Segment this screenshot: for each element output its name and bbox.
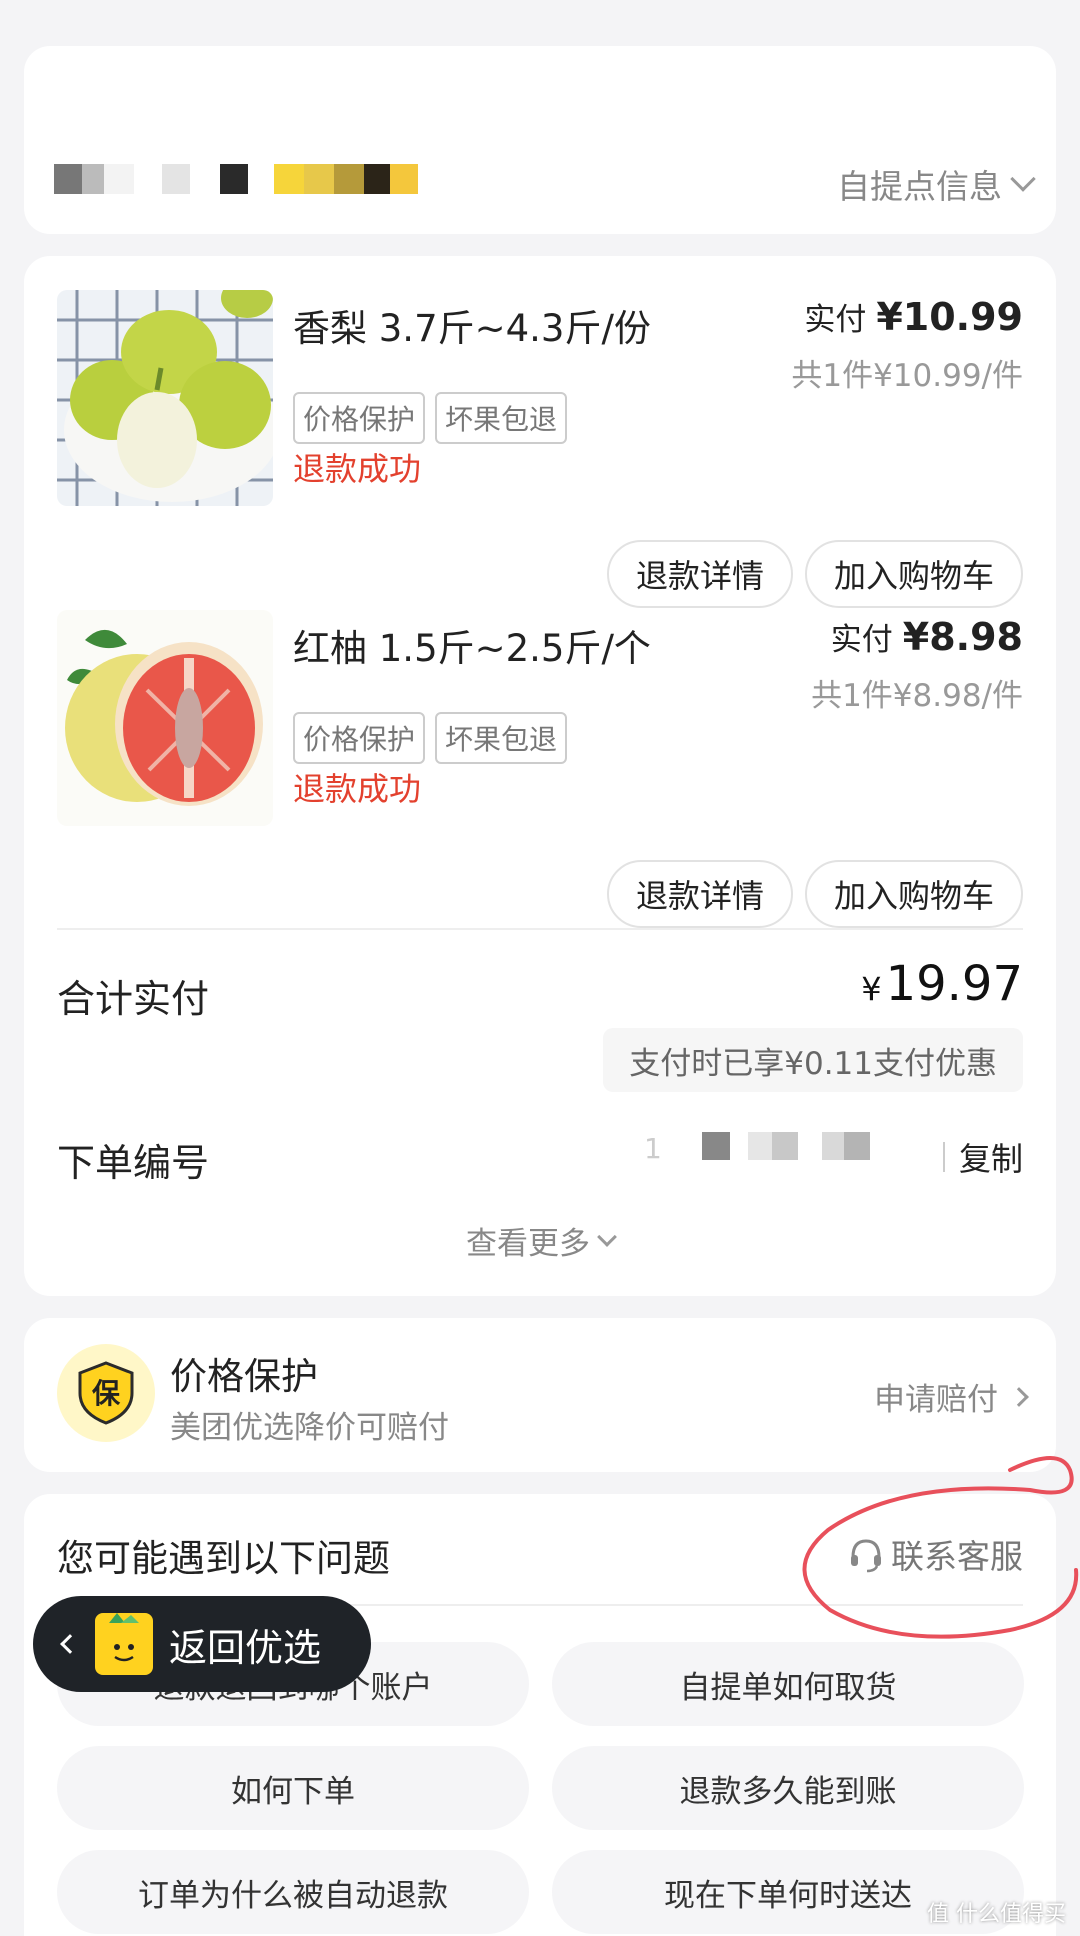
refund-status: 退款成功 [293, 770, 422, 808]
currency-symbol: ¥ [861, 970, 882, 1008]
protection-title: 价格保护 [170, 1355, 318, 1398]
chevron-right-icon [1009, 1386, 1029, 1407]
refund-details-button[interactable]: 退款详情 [607, 860, 793, 928]
pickup-info-label: 自提点信息 [837, 167, 1002, 206]
add-to-cart-button[interactable]: 加入购物车 [805, 860, 1023, 928]
copy-order-number-button[interactable]: 复制 [942, 1134, 1023, 1180]
tag-price-protection: 价格保护 [293, 712, 426, 764]
total-amount: ¥19.97 [861, 956, 1023, 1012]
payment-discount-note: 支付时已享¥0.11支付优惠 [603, 1028, 1023, 1092]
order-item: 红柚 1.5斤~2.5斤/个 实付 ¥8.98 共1件¥8.98/件 价格保护 坏… [57, 610, 1023, 930]
faq-question[interactable]: 如何下单 [57, 1746, 529, 1830]
divider [57, 928, 1023, 930]
copy-label: 复制 [958, 1140, 1023, 1178]
shield-badge-text: 保 [92, 1377, 121, 1410]
order-number-redacted: 1 [644, 1132, 870, 1165]
pomelo-product-image[interactable] [57, 610, 273, 826]
back-label: 返回优选 [169, 1625, 322, 1670]
protection-subtitle: 美团优选降价可赔付 [170, 1410, 449, 1446]
back-to-youxuan-button[interactable]: 返回优选 [33, 1596, 371, 1692]
paid-value: ¥8.98 [902, 615, 1023, 659]
separator [942, 1142, 945, 1172]
refund-details-button[interactable]: 退款详情 [607, 540, 793, 608]
paid-amount: 实付 ¥8.98 [831, 614, 1023, 659]
paid-value: ¥10.99 [876, 295, 1023, 339]
total-value: 19.97 [885, 956, 1023, 1012]
chevron-left-icon [60, 1634, 80, 1654]
refund-status: 退款成功 [293, 450, 422, 488]
paid-label: 实付 [804, 302, 867, 338]
paid-label: 实付 [830, 622, 893, 658]
pear-product-image[interactable] [57, 290, 273, 506]
product-title[interactable]: 香梨 3.7斤~4.3斤/份 [293, 298, 651, 352]
annotation-circle [802, 1456, 1079, 1639]
total-label: 合计实付 [57, 977, 210, 1021]
chevron-down-icon [597, 1226, 617, 1247]
faq-question[interactable]: 退款多久能到账 [552, 1746, 1024, 1830]
view-more-button[interactable]: 查看更多 [24, 1218, 1056, 1263]
shopping-bag-logo-icon [95, 1613, 153, 1675]
watermark: 值 什么值得买 [927, 1902, 1066, 1927]
faq-question[interactable]: 订单为什么被自动退款 [57, 1850, 529, 1934]
paid-amount: 实付 ¥10.99 [804, 294, 1023, 339]
unit-price: 共1件¥10.99/件 [791, 358, 1023, 394]
shield-icon: 保 [57, 1344, 155, 1442]
order-card: 香梨 3.7斤~4.3斤/份 实付 ¥10.99 共1件¥10.99/件 价格保护… [24, 256, 1056, 1296]
order-number-label: 下单编号 [57, 1141, 210, 1185]
product-title[interactable]: 红柚 1.5斤~2.5斤/个 [293, 618, 651, 672]
view-more-label: 查看更多 [466, 1226, 590, 1262]
order-number-first-digit: 1 [644, 1132, 662, 1165]
pickup-info-toggle[interactable]: 自提点信息 [837, 160, 1036, 208]
faq-title: 您可能遇到以下问题 [57, 1537, 390, 1580]
tag-bad-fruit-refund: 坏果包退 [435, 392, 568, 444]
add-to-cart-button[interactable]: 加入购物车 [805, 540, 1023, 608]
order-item: 香梨 3.7斤~4.3斤/份 实付 ¥10.99 共1件¥10.99/件 价格保护… [57, 290, 1023, 610]
chevron-down-icon [1010, 166, 1036, 192]
apply-compensation-link[interactable]: 申请赔付 [874, 1374, 1029, 1419]
claim-label: 申请赔付 [874, 1382, 998, 1418]
tag-price-protection: 价格保护 [293, 392, 426, 444]
pickup-address-redacted [54, 164, 418, 194]
unit-price: 共1件¥8.98/件 [811, 678, 1023, 714]
pickup-card: 自提点信息 [24, 46, 1056, 234]
tag-bad-fruit-refund: 坏果包退 [435, 712, 568, 764]
